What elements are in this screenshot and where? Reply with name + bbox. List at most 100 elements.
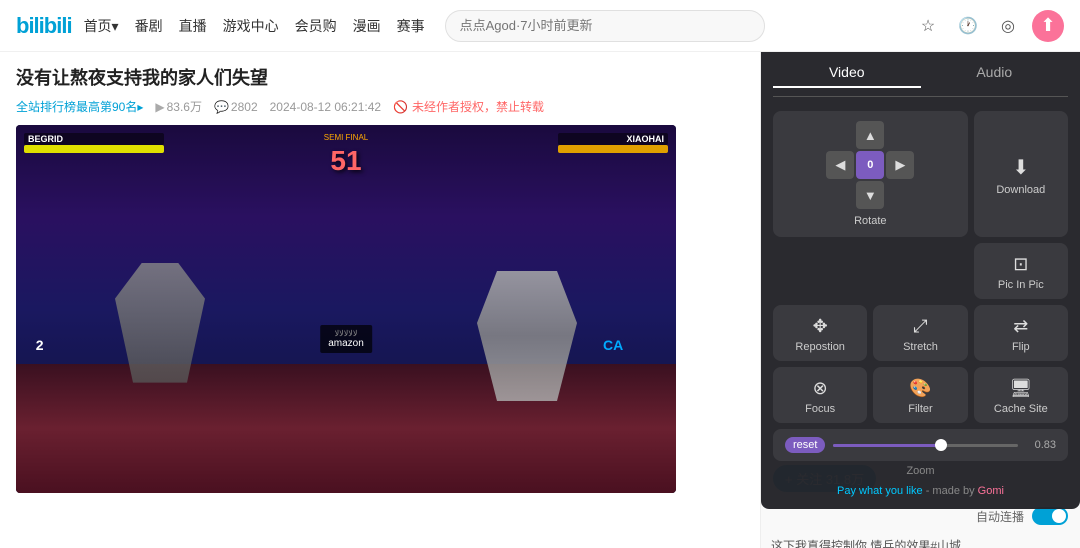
- arrow-right[interactable]: ▶: [886, 151, 914, 179]
- pic-in-pic-label: Pic In Pic: [998, 279, 1044, 291]
- reposition-icon: ✥: [813, 316, 828, 337]
- player2-name: XIAOHAI: [558, 133, 668, 145]
- nav-drama[interactable]: 番剧: [135, 16, 163, 36]
- pic-in-pic-button[interactable]: ⊡ Pic In Pic: [974, 243, 1068, 299]
- video-player[interactable]: BEGRID 51 SEMI FINAL XIAOHAI: [16, 125, 676, 493]
- rank-badge[interactable]: 全站排行榜最高第90名▸: [16, 98, 143, 115]
- focus-label: Focus: [805, 403, 835, 415]
- game-floor: [16, 364, 676, 493]
- amazon-watermark: ﻻﻻﻻﻻﻻ amazon: [320, 325, 372, 353]
- download-label: Download: [996, 184, 1045, 196]
- star-icon[interactable]: ☆: [912, 10, 944, 42]
- focus-button[interactable]: ⊗ Focus: [773, 367, 867, 423]
- reposition-label: Repostion: [795, 341, 845, 353]
- flip-icon: ⇄: [1013, 316, 1028, 337]
- tab-audio[interactable]: Audio: [921, 64, 1069, 88]
- video-area: 没有让熬夜支持我的家人们失望 全站排行榜最高第90名▸ ▶83.6万 💬2802…: [0, 52, 760, 548]
- clock-icon[interactable]: 🕐: [952, 10, 984, 42]
- auto-connect-toggle[interactable]: [1032, 507, 1068, 525]
- nav-manga[interactable]: 漫画: [353, 16, 381, 36]
- cache-icon: 🖥: [1009, 378, 1032, 399]
- zoom-control: reset 0.83: [773, 429, 1068, 461]
- nav-live[interactable]: 直播: [179, 16, 207, 36]
- hud-left: BEGRID: [24, 133, 164, 153]
- empty-spacer: [773, 243, 867, 299]
- video-meta: 全站排行榜最高第90名▸ ▶83.6万 💬2802 2024-08-12 06:…: [16, 98, 744, 115]
- stretch-label: Stretch: [903, 341, 938, 353]
- nav-game[interactable]: 游戏中心: [223, 16, 279, 36]
- search-input[interactable]: [445, 10, 765, 42]
- author-link[interactable]: Gomi: [978, 485, 1004, 497]
- rotate-control: ▲ ◀ 0 ▶ ▼ Rotate: [773, 111, 968, 237]
- comment-count: 💬2802: [214, 100, 258, 114]
- upload-date: 2024-08-12 06:21:42: [270, 100, 381, 114]
- zoom-handle[interactable]: [935, 439, 947, 451]
- stretch-button[interactable]: ⤢ Stretch: [873, 305, 967, 361]
- pay-link[interactable]: Pay what you like: [837, 485, 923, 497]
- header: bilibili 首页▾ 番剧 直播 游戏中心 会员购 漫画 赛事 ☆ 🕐 ◎ …: [0, 0, 1080, 52]
- zoom-value: 0.83: [1026, 439, 1056, 451]
- video-title: 没有让熬夜支持我的家人们失望: [16, 64, 744, 90]
- copyright-warning: 🚫 未经作者授权，禁止转载: [393, 98, 544, 115]
- health-bar-left: [24, 145, 164, 153]
- focus-icon: ⊗: [813, 378, 828, 399]
- game-hud: BEGRID 51 SEMI FINAL XIAOHAI: [16, 133, 676, 153]
- main-layout: 没有让熬夜支持我的家人们失望 全站排行榜最高第90名▸ ▶83.6万 💬2802…: [0, 52, 1080, 548]
- sidebar: Video Audio ▲ ◀ 0 ▶ ▼: [760, 52, 1080, 548]
- zoom-label: Zoom: [773, 465, 1068, 477]
- player2-indicator: CA: [603, 337, 623, 353]
- health-bar-r: [558, 145, 668, 153]
- rotate-value[interactable]: 0: [856, 151, 884, 179]
- player1-indicator: 2: [36, 337, 44, 353]
- flip-button[interactable]: ⇄ Flip: [974, 305, 1068, 361]
- player1-name: BEGRID: [24, 133, 164, 145]
- cache-site-button[interactable]: 🖥 Cache Site: [974, 367, 1068, 423]
- filter-icon: 🎨: [909, 378, 931, 399]
- game-scene: BEGRID 51 SEMI FINAL XIAOHAI: [16, 125, 676, 493]
- arrow-empty-tl: [826, 121, 854, 149]
- header-icons: ☆ 🕐 ◎ ⬆: [912, 10, 1064, 42]
- download-icon: ⬇: [1012, 155, 1029, 180]
- video-tools-panel: Video Audio ▲ ◀ 0 ▶ ▼: [761, 52, 1080, 509]
- arrow-empty-bl: [826, 181, 854, 209]
- nav-bar: 首页▾ 番剧 直播 游戏中心 会员购 漫画 赛事: [84, 16, 425, 36]
- stretch-icon: ⤢: [913, 316, 927, 337]
- filter-button[interactable]: 🎨 Filter: [873, 367, 967, 423]
- flip-label: Flip: [1012, 341, 1030, 353]
- arrow-empty-tr: [886, 121, 914, 149]
- arrow-up[interactable]: ▲: [856, 121, 884, 149]
- health-bar: [24, 145, 164, 153]
- popup-footer: Pay what you like - made by Gomi: [773, 485, 1068, 497]
- nav-member[interactable]: 会员购: [295, 16, 337, 36]
- auto-connect-label: 自动连播: [976, 508, 1024, 525]
- reposition-button[interactable]: ✥ Repostion: [773, 305, 867, 361]
- arrow-left[interactable]: ◀: [826, 151, 854, 179]
- cache-label: Cache Site: [994, 403, 1048, 415]
- filter-label: Filter: [908, 403, 932, 415]
- upload-button[interactable]: ⬆: [1032, 10, 1064, 42]
- tab-video[interactable]: Video: [773, 64, 921, 88]
- bilibili-logo[interactable]: bilibili: [16, 13, 72, 39]
- semi-final-text: SEMI FINAL: [324, 133, 368, 142]
- hud-right: XIAOHAI: [558, 133, 668, 153]
- made-text: - made by: [926, 485, 978, 497]
- download-button[interactable]: ⬇ Download: [974, 111, 1068, 237]
- nav-event[interactable]: 赛事: [397, 16, 425, 36]
- zoom-reset-button[interactable]: reset: [785, 437, 825, 453]
- character-right: [477, 271, 577, 401]
- nav-home[interactable]: 首页▾: [84, 16, 119, 36]
- location-icon[interactable]: ◎: [992, 10, 1024, 42]
- arrow-empty-br: [886, 181, 914, 209]
- video-placeholder: BEGRID 51 SEMI FINAL XIAOHAI: [16, 125, 676, 493]
- view-count: ▶83.6万: [155, 98, 202, 115]
- rotate-arrows: ▲ ◀ 0 ▶ ▼: [826, 121, 914, 209]
- score-display: 51: [330, 145, 361, 177]
- zoom-slider[interactable]: [833, 444, 1018, 447]
- health-bar-right: [558, 145, 668, 153]
- empty-spacer2: [873, 243, 967, 299]
- pic-in-pic-icon: ⊡: [1013, 254, 1028, 275]
- arrow-down[interactable]: ▼: [856, 181, 884, 209]
- zoom-fill: [833, 444, 944, 447]
- popup-tabs: Video Audio: [773, 64, 1068, 97]
- notify-text: 这下我真得控制你 情兵的效果#山城...: [761, 531, 1080, 548]
